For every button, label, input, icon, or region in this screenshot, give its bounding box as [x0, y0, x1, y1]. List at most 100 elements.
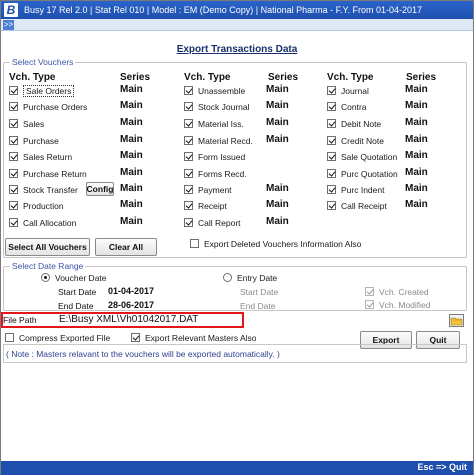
quit-hint[interactable]: Esc => Quit	[417, 462, 467, 472]
radio-button[interactable]	[41, 273, 50, 282]
checkbox[interactable]	[5, 333, 14, 342]
voucher-purchase-return[interactable]: Purchase Return	[9, 167, 87, 180]
checkbox[interactable]	[184, 119, 193, 128]
voucher-label: Sales Return	[23, 151, 73, 162]
voucher-credit-note[interactable]: Credit Note	[327, 134, 384, 147]
export-masters-label: Export Relevant Masters Also	[145, 332, 257, 343]
voucher-date-label: Voucher Date	[55, 272, 107, 283]
series-purc-quotation: Main	[405, 167, 428, 178]
export-window: B Busy 17 Rel 2.0 | Stat Rel 010 | Model…	[0, 0, 474, 475]
checkbox[interactable]	[184, 152, 193, 161]
checkbox[interactable]	[184, 136, 193, 145]
voucher-label: Form Issued	[198, 151, 246, 162]
vch-modified-label: Vch. Modified	[379, 299, 431, 310]
checkbox[interactable]	[9, 86, 18, 95]
col-header-series-2: Series	[268, 72, 299, 83]
checkbox[interactable]	[190, 239, 199, 248]
voucher-purc-indent[interactable]: Purc Indent	[327, 183, 384, 196]
voucher-sales[interactable]: Sales	[9, 117, 44, 130]
voucher-payment[interactable]: Payment	[184, 183, 232, 196]
export-masters-option[interactable]: Export Relevant Masters Also	[131, 331, 257, 344]
voucher-purchase-orders[interactable]: Purchase Orders	[9, 100, 87, 113]
checkbox[interactable]	[9, 152, 18, 161]
compress-option[interactable]: Compress Exported File	[5, 331, 110, 344]
voucher-sale-quotation[interactable]: Sale Quotation	[327, 150, 397, 163]
checkbox[interactable]	[327, 169, 336, 178]
checkbox[interactable]	[327, 185, 336, 194]
voucher-sales-return[interactable]: Sales Return	[9, 150, 72, 163]
checkbox[interactable]	[9, 201, 18, 210]
checkbox[interactable]	[184, 218, 193, 227]
voucher-sale-orders[interactable]: Sale Orders	[9, 84, 75, 97]
checkbox	[365, 300, 374, 309]
checkbox[interactable]	[327, 102, 336, 111]
checkbox[interactable]	[327, 152, 336, 161]
checkbox[interactable]	[184, 102, 193, 111]
series-unassemble: Main	[266, 84, 289, 95]
checkbox[interactable]	[9, 185, 18, 194]
checkbox[interactable]	[184, 201, 193, 210]
checkbox[interactable]	[327, 119, 336, 128]
voucher-label: Credit Note	[341, 135, 384, 146]
series-journal: Main	[405, 84, 428, 95]
file-path-input[interactable]: E:\Busy XML\Vh01042017.DAT	[59, 314, 198, 325]
voucher-unassemble[interactable]: Unassemble	[184, 84, 245, 97]
folder-browse-icon[interactable]	[449, 314, 464, 327]
voucher-call-receipt[interactable]: Call Receipt	[327, 199, 387, 212]
select-all-vouchers-button[interactable]: Select All Vouchers	[5, 238, 90, 256]
voucher-end-date-value[interactable]: 28-06-2017	[108, 300, 154, 310]
entry-end-date-label: End Date	[240, 301, 276, 311]
clear-all-button[interactable]: Clear All	[95, 238, 157, 256]
col-header-vch-type-3: Vch. Type	[327, 72, 374, 83]
radio-button[interactable]	[223, 273, 232, 282]
series-call-receipt: Main	[405, 199, 428, 210]
voucher-journal[interactable]: Journal	[327, 84, 369, 97]
voucher-stock-transfer[interactable]: Stock Transfer	[9, 183, 78, 196]
voucher-date-radio[interactable]: Voucher Date	[41, 271, 107, 284]
select-date-range-legend: Select Date Range	[10, 261, 86, 271]
voucher-label: Call Allocation	[23, 217, 77, 228]
voucher-material-iss[interactable]: Material Iss.	[184, 117, 244, 130]
voucher-debit-note[interactable]: Debit Note	[327, 117, 381, 130]
checkbox[interactable]	[327, 86, 336, 95]
entry-start-date-label: Start Date	[240, 287, 279, 297]
voucher-label: Receipt	[198, 200, 227, 211]
voucher-material-recd[interactable]: Material Recd.	[184, 134, 253, 147]
voucher-call-allocation[interactable]: Call Allocation	[9, 216, 76, 229]
checkbox[interactable]	[184, 169, 193, 178]
voucher-stock-journal[interactable]: Stock Journal	[184, 100, 250, 113]
voucher-contra[interactable]: Contra	[327, 100, 367, 113]
voucher-label: Sales	[23, 118, 45, 129]
voucher-label: Sale Quotation	[341, 151, 398, 162]
checkbox[interactable]	[9, 119, 18, 128]
series-call-allocation: Main	[120, 216, 143, 227]
voucher-form-issued[interactable]: Form Issued	[184, 150, 245, 163]
voucher-forms-recd[interactable]: Forms Recd.	[184, 167, 247, 180]
checkbox[interactable]	[9, 102, 18, 111]
voucher-label: Call Receipt	[341, 200, 387, 211]
checkbox[interactable]	[9, 169, 18, 178]
status-bar: Esc => Quit	[1, 461, 473, 475]
checkbox[interactable]	[131, 333, 140, 342]
checkbox[interactable]	[327, 136, 336, 145]
series-sale-orders: Main	[120, 84, 143, 95]
voucher-call-report[interactable]: Call Report	[184, 216, 241, 229]
series-sales-return: Main	[120, 150, 143, 161]
voucher-production[interactable]: Production	[9, 199, 64, 212]
expand-icon[interactable]: >>	[3, 20, 14, 30]
entry-date-radio[interactable]: Entry Date	[223, 271, 277, 284]
voucher-purc-quotation[interactable]: Purc Quotation	[327, 167, 398, 180]
checkbox[interactable]	[9, 136, 18, 145]
checkbox[interactable]	[327, 201, 336, 210]
config-button[interactable]: Config	[86, 182, 114, 196]
checkbox[interactable]	[184, 185, 193, 194]
voucher-start-date-value[interactable]: 01-04-2017	[108, 286, 154, 296]
series-debit-note: Main	[405, 117, 428, 128]
voucher-label: Material Iss.	[198, 118, 244, 129]
checkbox[interactable]	[184, 86, 193, 95]
voucher-purchase[interactable]: Purchase	[9, 134, 59, 147]
voucher-receipt[interactable]: Receipt	[184, 199, 227, 212]
checkbox[interactable]	[9, 218, 18, 227]
export-deleted-option[interactable]: Export Deleted Vouchers Information Also	[190, 237, 361, 250]
series-call-report: Main	[266, 216, 289, 227]
